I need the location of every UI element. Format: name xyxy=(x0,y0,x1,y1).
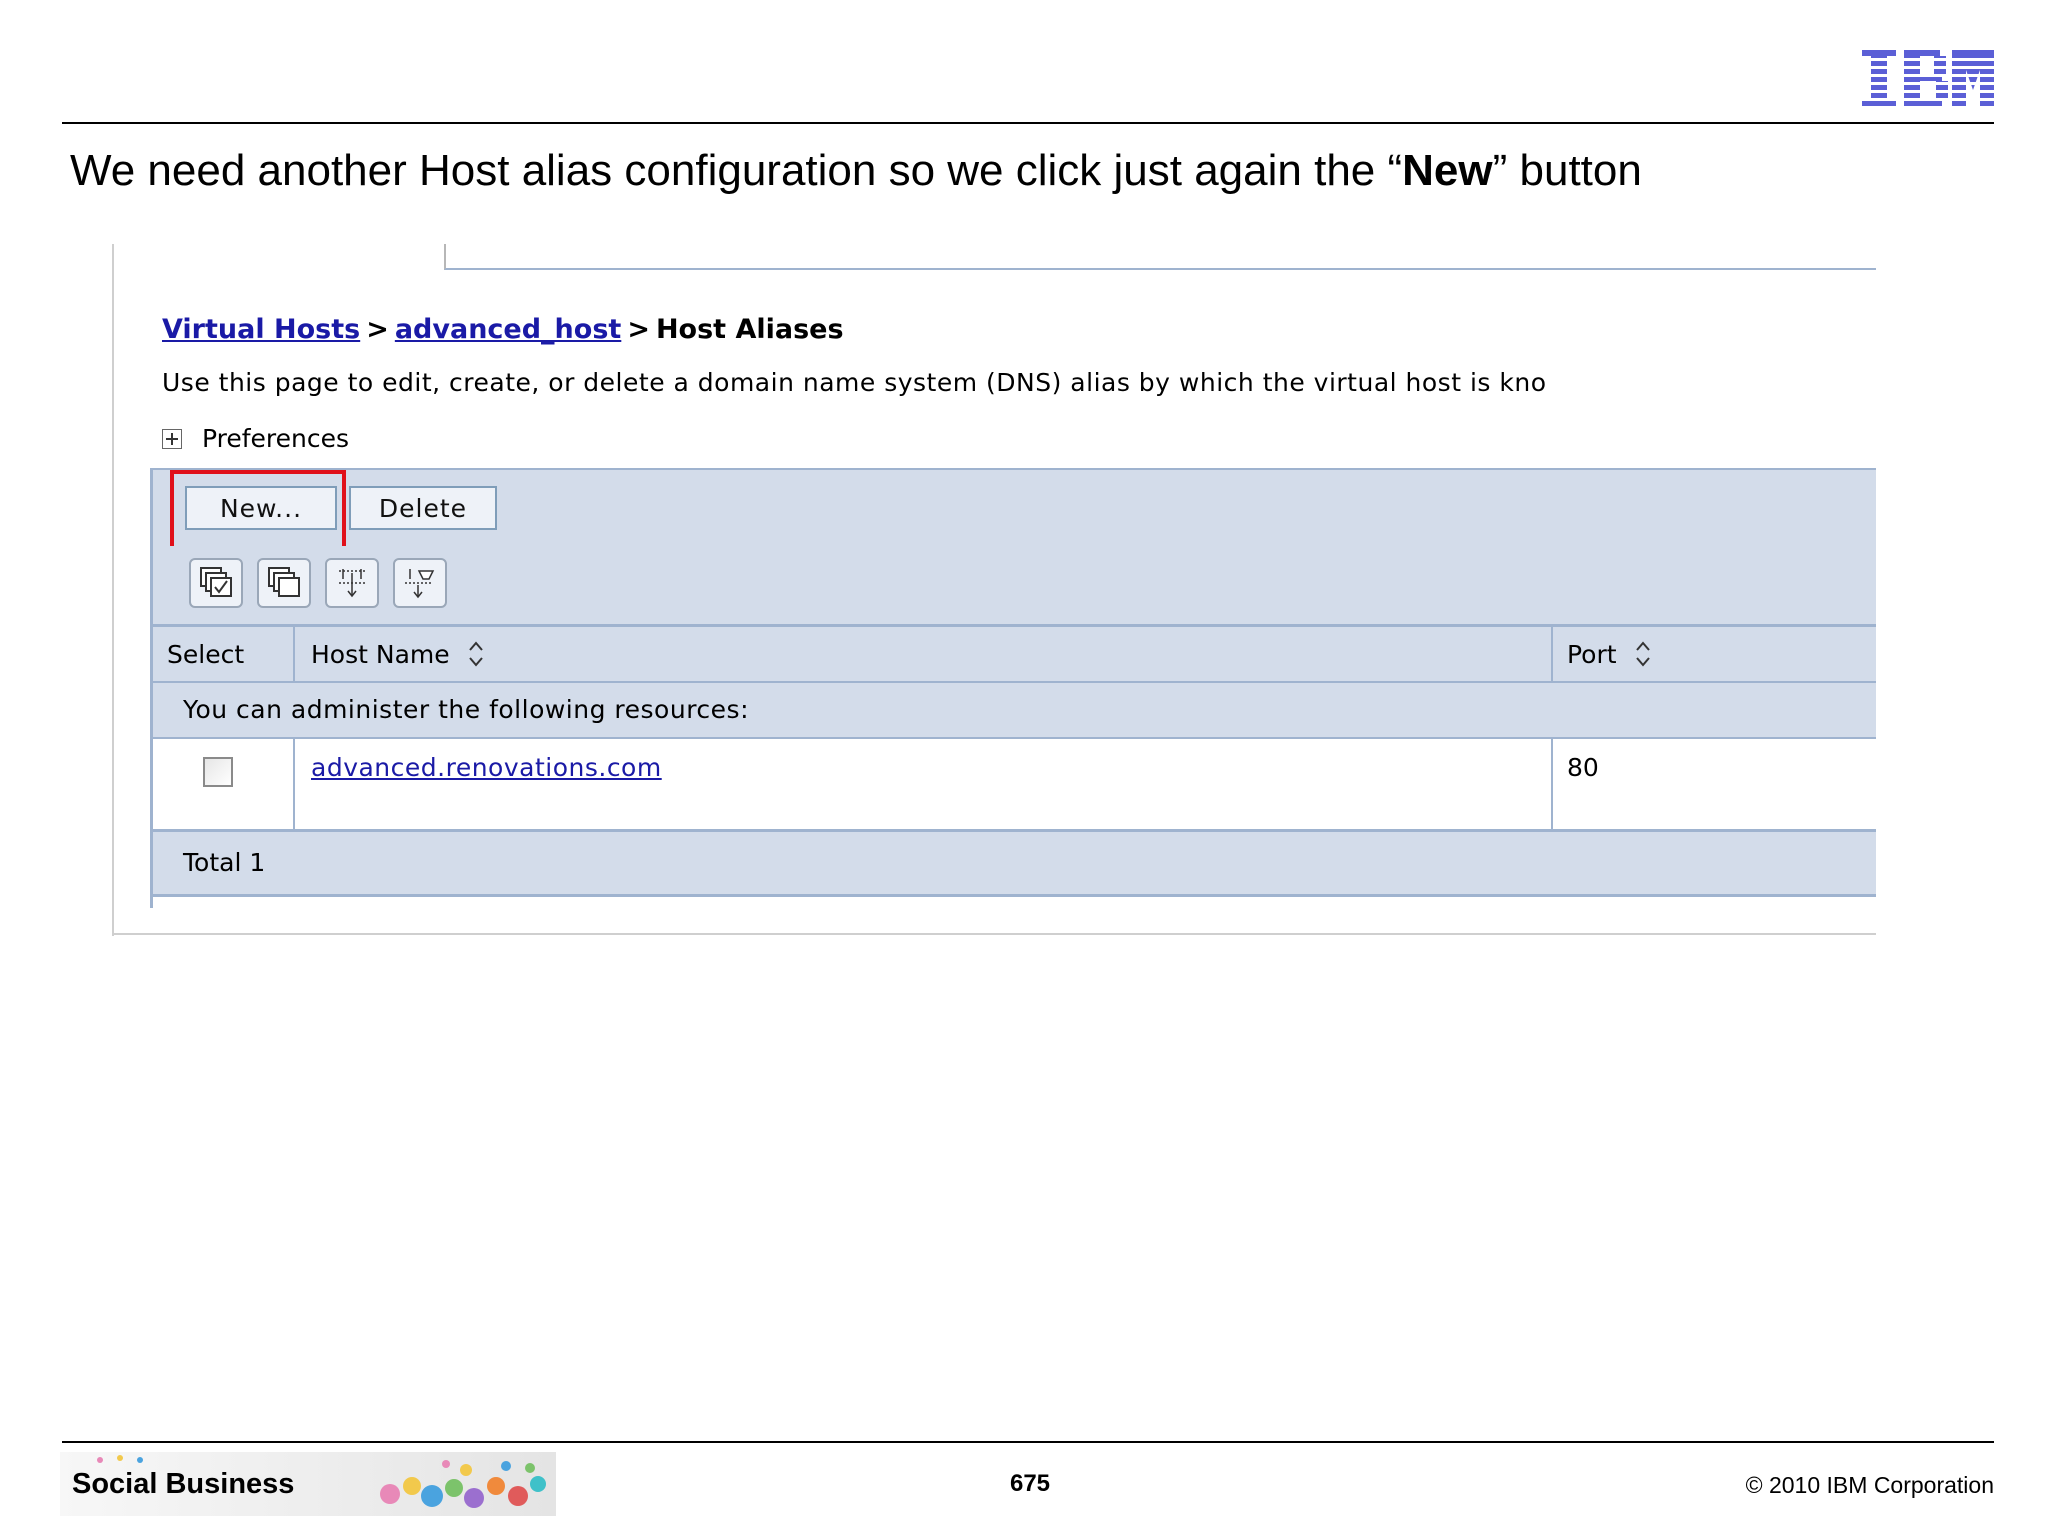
table-message-row: You can administer the following resourc… xyxy=(153,683,1876,739)
footer-brand-banner: Social Business xyxy=(60,1452,556,1516)
breadcrumb-separator: > xyxy=(627,314,650,345)
column-divider xyxy=(293,739,295,829)
show-filter-icon[interactable] xyxy=(325,558,379,608)
row-select-checkbox[interactable] xyxy=(203,757,233,787)
port-value: 80 xyxy=(1567,753,1599,782)
column-divider xyxy=(1551,627,1553,681)
table-message: You can administer the following resourc… xyxy=(183,695,749,724)
clear-filter-icon[interactable] xyxy=(393,558,447,608)
column-header-select: Select xyxy=(167,639,245,669)
ibm-logo xyxy=(1862,50,1994,106)
preferences-label: Preferences xyxy=(202,424,350,453)
sort-icon[interactable] xyxy=(468,639,484,669)
host-name-link[interactable]: advanced.renovations.com xyxy=(311,753,662,782)
header-divider xyxy=(62,122,1994,124)
page-description: Use this page to edit, create, or delete… xyxy=(162,368,1547,397)
breadcrumb: Virtual Hosts > advanced_host > Host Aliases xyxy=(162,314,844,345)
deselect-all-icon[interactable] xyxy=(257,558,311,608)
table-total-row: Total 1 xyxy=(153,832,1876,897)
footer-brand-label: Social Business xyxy=(72,1468,295,1500)
slide-title-emphasis: New xyxy=(1402,146,1493,195)
copyright-notice: © 2010 IBM Corporation xyxy=(1745,1472,1994,1498)
sort-icon[interactable] xyxy=(1635,639,1651,669)
total-count: Total 1 xyxy=(183,848,266,877)
delete-button[interactable]: Delete xyxy=(349,486,497,530)
collection-table: New... Delete Select Host Name Port You … xyxy=(150,468,1876,908)
console-screenshot: Virtual Hosts > advanced_host > Host Aliases… xyxy=(112,244,1876,936)
screenshot-left-border xyxy=(112,244,114,936)
column-header-port[interactable]: Port xyxy=(1567,627,1651,681)
preferences-toggle[interactable]: Preferences xyxy=(162,424,349,453)
breadcrumb-advanced-host-link[interactable]: advanced_host xyxy=(395,314,621,345)
screenshot-bottom-border xyxy=(112,933,1876,935)
column-header-host-name-label: Host Name xyxy=(311,639,450,669)
breadcrumb-current-page: Host Aliases xyxy=(655,314,844,345)
table-icon-toolbar xyxy=(153,546,1876,627)
button-bar: New... Delete xyxy=(153,468,1876,554)
column-divider xyxy=(293,627,295,681)
expand-plus-icon[interactable] xyxy=(162,428,182,449)
column-divider xyxy=(1551,739,1553,829)
table-row: advanced.renovations.com 80 xyxy=(153,739,1876,832)
content-frame-top xyxy=(444,244,1876,270)
column-header-host-name[interactable]: Host Name xyxy=(311,627,484,681)
new-button-highlight xyxy=(170,470,346,554)
column-header-port-label: Port xyxy=(1567,639,1617,669)
breadcrumb-virtual-hosts-link[interactable]: Virtual Hosts xyxy=(162,314,360,345)
page-number: 675 xyxy=(1009,1470,1051,1497)
select-all-icon[interactable] xyxy=(189,558,243,608)
table-header-row: Select Host Name Port xyxy=(153,627,1876,683)
breadcrumb-separator: > xyxy=(366,314,389,345)
slide-title: We need another Host alias configuration… xyxy=(70,146,1642,195)
footer-divider xyxy=(62,1441,1994,1443)
